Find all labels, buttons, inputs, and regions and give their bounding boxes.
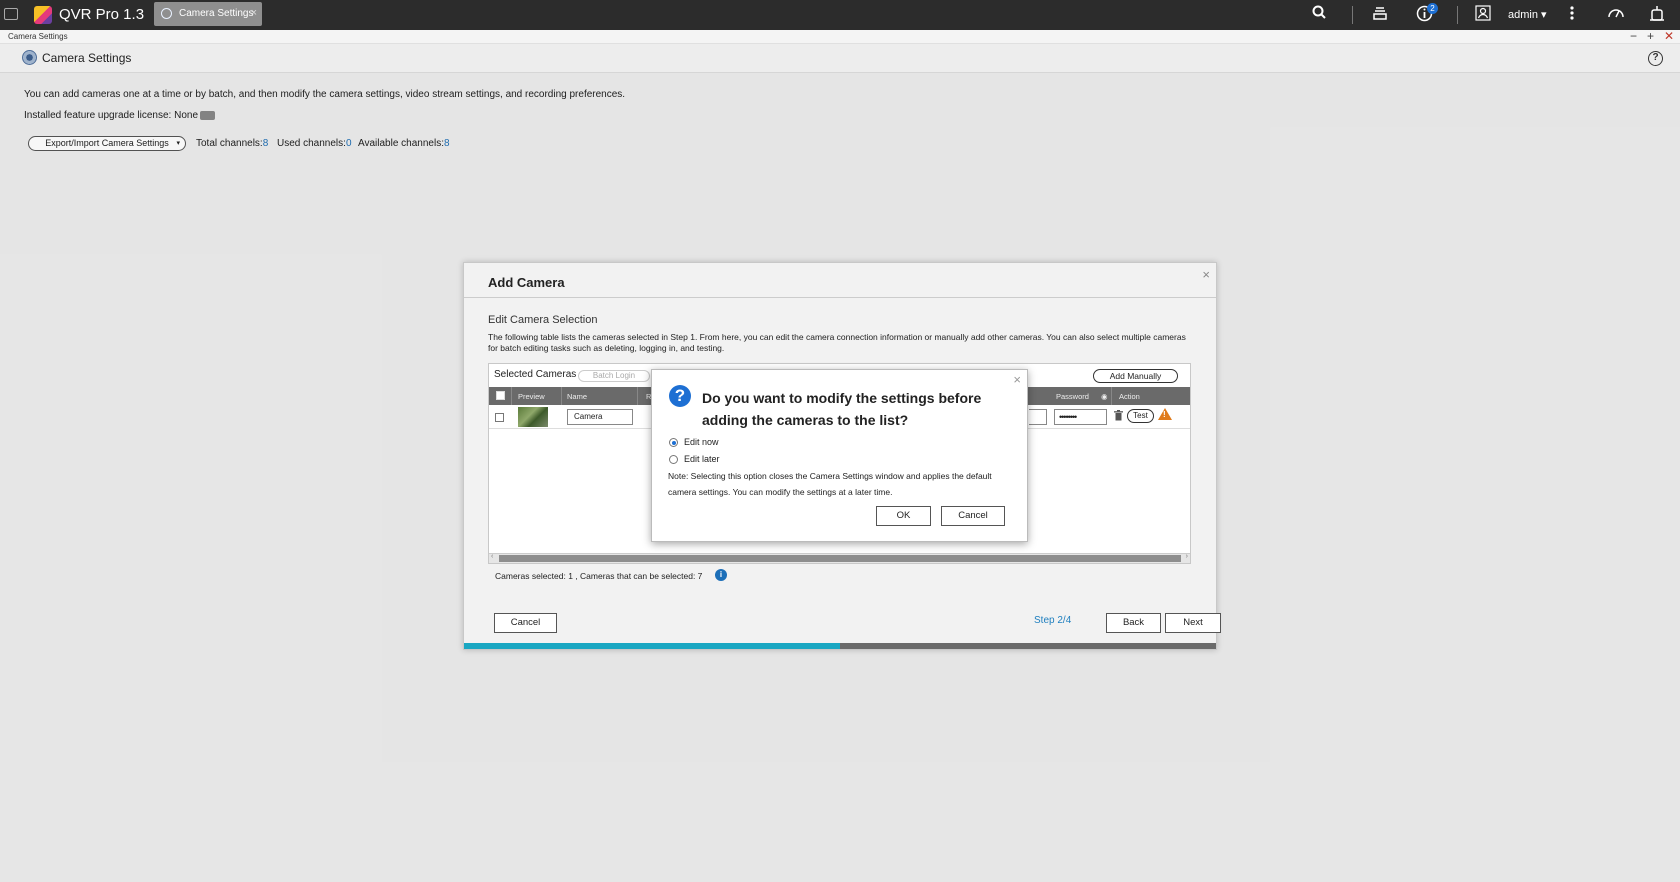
back-button[interactable]: Back bbox=[1106, 613, 1161, 633]
next-button[interactable]: Next bbox=[1165, 613, 1221, 633]
step-indicator: Step 2/4 bbox=[1034, 615, 1072, 626]
info-icon[interactable]: i bbox=[715, 569, 727, 581]
more-options-icon[interactable] bbox=[1561, 5, 1583, 25]
divider bbox=[464, 297, 1216, 298]
confirm-cancel-button[interactable]: Cancel bbox=[941, 506, 1005, 526]
window-title-bar: Camera Settings − + ✕ bbox=[0, 29, 1680, 44]
toolbar-divider bbox=[1352, 6, 1353, 24]
search-icon[interactable] bbox=[1308, 5, 1330, 25]
step-description: The following table lists the cameras se… bbox=[488, 332, 1186, 353]
dialog-title: Add Camera bbox=[488, 275, 565, 290]
user-menu[interactable]: admin ▾ bbox=[1508, 8, 1547, 21]
camera-preview-thumbnail bbox=[518, 407, 548, 427]
column-divider bbox=[1111, 387, 1112, 405]
user-avatar-icon[interactable] bbox=[1472, 5, 1494, 25]
close-icon[interactable]: × bbox=[1202, 267, 1210, 282]
scroll-right-icon[interactable]: › bbox=[1186, 553, 1188, 560]
panel-title: Selected Cameras bbox=[494, 369, 577, 380]
wizard-progress-bar bbox=[464, 643, 1216, 649]
selection-summary: Cameras selected: 1 , Cameras that can b… bbox=[495, 571, 703, 581]
batch-login-button[interactable]: Batch Login bbox=[578, 370, 650, 382]
password-input[interactable]: •••••••• bbox=[1054, 409, 1107, 425]
ok-button[interactable]: OK bbox=[876, 506, 931, 526]
top-bar: QVR Pro 1.3 Camera Settings × 2 admin ▾ bbox=[0, 0, 1680, 30]
tab-camera-settings[interactable]: Camera Settings × bbox=[154, 2, 262, 26]
cancel-button[interactable]: Cancel bbox=[494, 613, 557, 633]
close-window-button[interactable]: ✕ bbox=[1664, 29, 1674, 43]
edit-later-label[interactable]: Edit later bbox=[684, 454, 720, 464]
scrollbar-thumb[interactable] bbox=[499, 555, 1181, 562]
notification-badge: 2 bbox=[1427, 3, 1438, 14]
camera-name-input[interactable]: Camera bbox=[567, 409, 633, 425]
column-divider bbox=[561, 387, 562, 405]
edit-later-radio[interactable] bbox=[669, 455, 678, 464]
app-header: Camera Settings ? bbox=[0, 44, 1680, 73]
column-name: Name bbox=[567, 392, 588, 401]
qvr-logo-icon bbox=[34, 6, 52, 24]
tab-label: Camera Settings bbox=[179, 8, 254, 19]
column-divider bbox=[637, 387, 638, 405]
dialog-note: Note: Selecting this option closes the C… bbox=[668, 471, 992, 497]
scroll-left-icon[interactable]: ‹ bbox=[491, 553, 493, 560]
question-icon: ? bbox=[669, 385, 691, 407]
dashboard-icon[interactable] bbox=[1605, 5, 1627, 25]
edit-now-radio[interactable] bbox=[669, 438, 678, 447]
camera-settings-icon bbox=[161, 8, 172, 19]
test-button[interactable]: Test bbox=[1127, 409, 1154, 423]
edit-now-label[interactable]: Edit now bbox=[684, 437, 719, 447]
address-input[interactable] bbox=[1029, 409, 1047, 425]
horizontal-scrollbar[interactable]: ‹ › bbox=[489, 553, 1190, 563]
minimize-button[interactable]: − bbox=[1630, 29, 1637, 43]
tasks-icon[interactable] bbox=[1369, 5, 1391, 25]
alarm-clock-icon[interactable] bbox=[1646, 5, 1668, 25]
modify-settings-dialog: × ? Do you want to modify the settings b… bbox=[651, 369, 1028, 542]
column-password: Password bbox=[1056, 392, 1089, 401]
eye-icon[interactable]: ◉ bbox=[1101, 392, 1108, 401]
row-checkbox[interactable] bbox=[495, 413, 504, 422]
maximize-button[interactable]: + bbox=[1647, 29, 1654, 43]
page-title: Camera Settings bbox=[42, 51, 132, 65]
step-subtitle: Edit Camera Selection bbox=[488, 314, 598, 326]
column-divider bbox=[511, 387, 512, 405]
trash-icon[interactable] bbox=[1114, 410, 1123, 424]
close-icon[interactable]: × bbox=[1013, 372, 1021, 387]
app-title: QVR Pro 1.3 bbox=[59, 6, 145, 23]
progress-fill bbox=[464, 643, 840, 649]
window-title: Camera Settings bbox=[8, 32, 68, 41]
column-preview: Preview bbox=[518, 392, 545, 401]
dialog-question: Do you want to modify the settings befor… bbox=[702, 390, 982, 428]
main-menu-icon[interactable] bbox=[4, 8, 18, 20]
tab-close-icon[interactable]: × bbox=[251, 7, 257, 19]
add-manually-button[interactable]: Add Manually bbox=[1093, 369, 1178, 383]
help-icon[interactable]: ? bbox=[1648, 51, 1663, 66]
column-action: Action bbox=[1119, 392, 1140, 401]
camera-icon bbox=[22, 50, 37, 65]
warning-icon[interactable]: ! bbox=[1158, 408, 1172, 420]
select-all-checkbox[interactable] bbox=[496, 391, 505, 400]
toolbar-divider bbox=[1457, 6, 1458, 24]
